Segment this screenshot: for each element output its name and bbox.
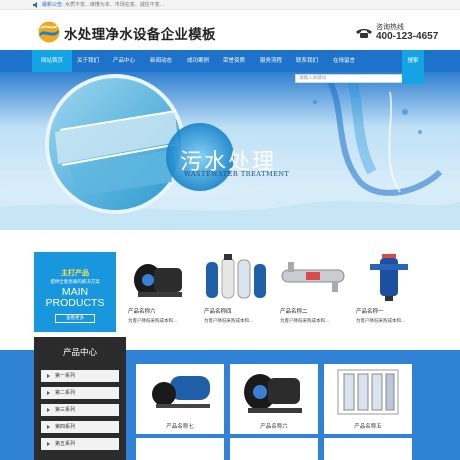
product-image-filter-housing xyxy=(352,252,426,304)
nav-item-service[interactable]: 服务流程 xyxy=(251,50,291,72)
speaker-icon xyxy=(33,2,37,8)
promo-main-line2: PRODUCTS xyxy=(45,297,105,309)
site-title[interactable]: 水处理净水设备企业模板 xyxy=(64,23,216,43)
featured-product[interactable]: 产品名称六 为客户降低采购成本和... xyxy=(124,252,198,332)
nav-item-honors[interactable]: 荣誉资质 xyxy=(214,50,254,72)
nav-item-cases[interactable]: 成功案例 xyxy=(178,50,218,72)
hero-banner[interactable]: 污水处理 WASTEWATER TREATMENT xyxy=(0,72,460,230)
nav-item-home[interactable]: 网站首页 xyxy=(32,50,72,72)
search-input[interactable]: 请输入关键词 xyxy=(295,74,403,83)
nav-item-products[interactable]: 产品中心 xyxy=(104,50,144,72)
product-card-row2[interactable] xyxy=(230,438,318,460)
product-name[interactable]: 产品名称七 xyxy=(136,422,224,430)
nav-item-message[interactable]: 在线留言 xyxy=(324,50,364,72)
sidebar-item-series-1[interactable]: 第一系列 xyxy=(41,370,119,382)
product-name[interactable]: 产品名称二 xyxy=(280,307,308,315)
sidebar-item-series-4[interactable]: 第四系列 xyxy=(41,421,119,433)
product-name[interactable]: 产品名称六 xyxy=(128,307,156,315)
product-desc: 为客户降低采购成本和... xyxy=(280,319,330,324)
logo-icon[interactable] xyxy=(38,21,60,43)
product-name[interactable]: 产品名称一 xyxy=(356,307,384,315)
product-card[interactable]: 产品名称六 xyxy=(230,364,318,434)
product-card[interactable]: 产品名称五 xyxy=(324,364,412,434)
product-image-ro-system xyxy=(324,364,412,418)
featured-product[interactable]: 产品名称二 为客户降低采购成本和... xyxy=(276,252,350,332)
product-image-uv-sterilizer xyxy=(276,252,350,304)
notice-text[interactable]: 水质不变...谁懂为本、市场在变、诚信不变... xyxy=(65,0,165,10)
sidebar-item-series-2[interactable]: 第二系列 xyxy=(41,387,119,399)
product-desc: 为客户降低采购成本和... xyxy=(204,319,254,324)
search-button[interactable]: 搜索 xyxy=(402,50,424,84)
nav-item-contact[interactable]: 联系我们 xyxy=(287,50,327,72)
sidebar-item-series-3[interactable]: 第三系列 xyxy=(41,404,119,416)
product-name[interactable]: 产品名称五 xyxy=(324,422,412,430)
featured-product[interactable]: 产品名称四 为客户降低采购成本和... xyxy=(200,252,274,332)
product-desc: 为客户降低采购成本和... xyxy=(128,319,178,324)
product-desc: 为客户降低采购成本和... xyxy=(356,319,406,324)
product-card-row2[interactable] xyxy=(136,438,224,460)
product-name[interactable]: 产品名称四 xyxy=(204,307,232,315)
site-header: 水处理净水设备企业模板 咨询热线 400-123-4657 xyxy=(0,10,460,50)
product-image-booster-pump xyxy=(136,364,224,418)
product-image-pool-pump xyxy=(230,364,318,418)
sidebar-title: 产品中心 xyxy=(62,348,97,358)
product-card[interactable]: 产品名称七 xyxy=(136,364,224,434)
main-products-promo: 主打产品 提供全套优质的解决方案 MAIN PRODUCTS 查看更多 xyxy=(34,252,116,332)
notice-bar: 最新公告: 水质不变...谁懂为本、市场在变、诚信不变... xyxy=(0,0,460,10)
featured-product[interactable]: 产品名称一 为客户降低采购成本和... xyxy=(352,252,426,332)
product-category-sidebar: 产品中心 第一系列 第二系列 第三系列 第四系列 第五系列 xyxy=(34,337,126,460)
product-image-pump xyxy=(124,252,198,304)
phone-icon xyxy=(356,29,372,38)
promo-title: 主打产品 xyxy=(61,269,89,277)
sidebar-item-series-5[interactable]: 第五系列 xyxy=(41,438,119,450)
promo-main-text: MAIN PRODUCTS xyxy=(34,287,116,309)
banner-subtitle: WASTEWATER TREATMENT xyxy=(184,170,290,178)
promo-subtitle: 提供全套优质的解决方案 xyxy=(50,280,100,285)
product-image-filters xyxy=(200,252,274,304)
nav-item-news[interactable]: 新闻动态 xyxy=(141,50,181,72)
main-nav: 网站首页 关于我们 产品中心 新闻动态 成功案例 荣誉资质 服务流程 联系我们 … xyxy=(0,50,460,72)
hotline-number: 400-123-4657 xyxy=(376,31,439,42)
product-card-row2[interactable] xyxy=(324,438,412,460)
view-more-button[interactable]: 查看更多 xyxy=(55,314,95,323)
nav-item-about[interactable]: 关于我们 xyxy=(68,50,108,72)
notice-label: 最新公告: xyxy=(42,2,64,8)
product-name[interactable]: 产品名称六 xyxy=(230,422,318,430)
